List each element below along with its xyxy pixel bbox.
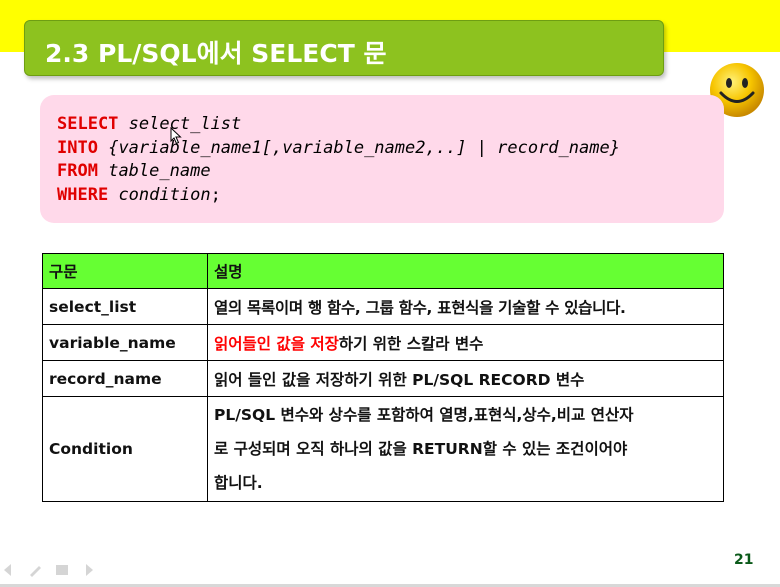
syntax-line-where: WHERE condition;	[57, 184, 620, 208]
syntax-line-from: FROM table_name	[57, 160, 620, 184]
table-header-row: 구문 설명	[42, 253, 724, 289]
syntax-definition-table: 구문 설명 select_list 열의 목록이며 행 함수, 그룹 함수, 표…	[42, 253, 724, 502]
nav-annotate-icon[interactable]	[27, 562, 43, 582]
nav-prev-icon[interactable]	[0, 562, 16, 582]
term-cell: variable_name	[42, 324, 208, 361]
description-cell: 읽어들인 값을 저장하기 위한 스칼라 변수	[207, 324, 724, 361]
description-line: 합니다.	[214, 474, 263, 492]
description-line: PL/SQL 변수와 상수를 포함하여 열명,표현식,상수,비교 연산자	[214, 406, 634, 424]
description-line: 로 구성되며 오직 하나의 값을 RETURN할 수 있는 조건이어야	[214, 440, 628, 458]
arg-condition: condition	[118, 184, 211, 205]
term-cell: select_list	[42, 288, 208, 325]
description-rest: 하기 위한 스칼라 변수	[338, 334, 484, 353]
keyword-into: INTO	[57, 137, 98, 158]
syntax-line-select: SELECT select_list	[57, 113, 620, 137]
syntax-box: SELECT select_list INTO {variable_name1[…	[40, 95, 724, 223]
arg-select-list: select_list	[128, 114, 242, 134]
header-description: 설명	[207, 253, 724, 289]
description-cell: 열의 목록이며 행 함수, 그룹 함수, 표현식을 기술할 수 있습니다.	[207, 288, 724, 325]
keyword-from: FROM	[57, 161, 98, 181]
nav-next-icon[interactable]	[81, 562, 97, 582]
slide-title: 2.3 PL/SQL에서 SELECT 문	[45, 39, 387, 68]
arg-table-name: table_name	[108, 161, 211, 181]
term-cell: Condition	[42, 396, 208, 502]
table-row: Condition PL/SQL 변수와 상수를 포함하여 열명,표현식,상수,…	[42, 396, 724, 502]
header-syntax: 구문	[42, 253, 208, 289]
page-number: 21	[734, 552, 754, 568]
syntax-code: SELECT select_list INTO {variable_name1[…	[57, 113, 620, 207]
table-row: select_list 열의 목록이며 행 함수, 그룹 함수, 표현식을 기술…	[42, 288, 724, 325]
arg-into-targets: {variable_name1[,variable_name2,..] | re…	[108, 137, 620, 158]
description-cell: 읽어 들인 값을 저장하기 위한 PL/SQL RECORD 변수	[207, 360, 724, 397]
mouse-cursor-icon	[170, 127, 182, 145]
table-row: record_name 읽어 들인 값을 저장하기 위한 PL/SQL RECO…	[42, 360, 724, 397]
keyword-where: WHERE	[57, 184, 109, 205]
keyword-select: SELECT	[57, 114, 119, 134]
description-highlight: 읽어들인 값을 저장	[214, 334, 339, 353]
statement-terminator: ;	[210, 184, 221, 205]
term-cell: record_name	[42, 360, 208, 397]
slide-nav-controls	[0, 562, 110, 580]
syntax-line-into: INTO {variable_name1[,variable_name2,..]…	[57, 137, 620, 161]
description-cell: PL/SQL 변수와 상수를 포함하여 열명,표현식,상수,비교 연산자 로 구…	[207, 396, 724, 502]
title-bar: 2.3 PL/SQL에서 SELECT 문	[24, 20, 664, 76]
table-row: variable_name 읽어들인 값을 저장하기 위한 스칼라 변수	[42, 324, 724, 361]
nav-menu-icon[interactable]	[54, 562, 70, 582]
